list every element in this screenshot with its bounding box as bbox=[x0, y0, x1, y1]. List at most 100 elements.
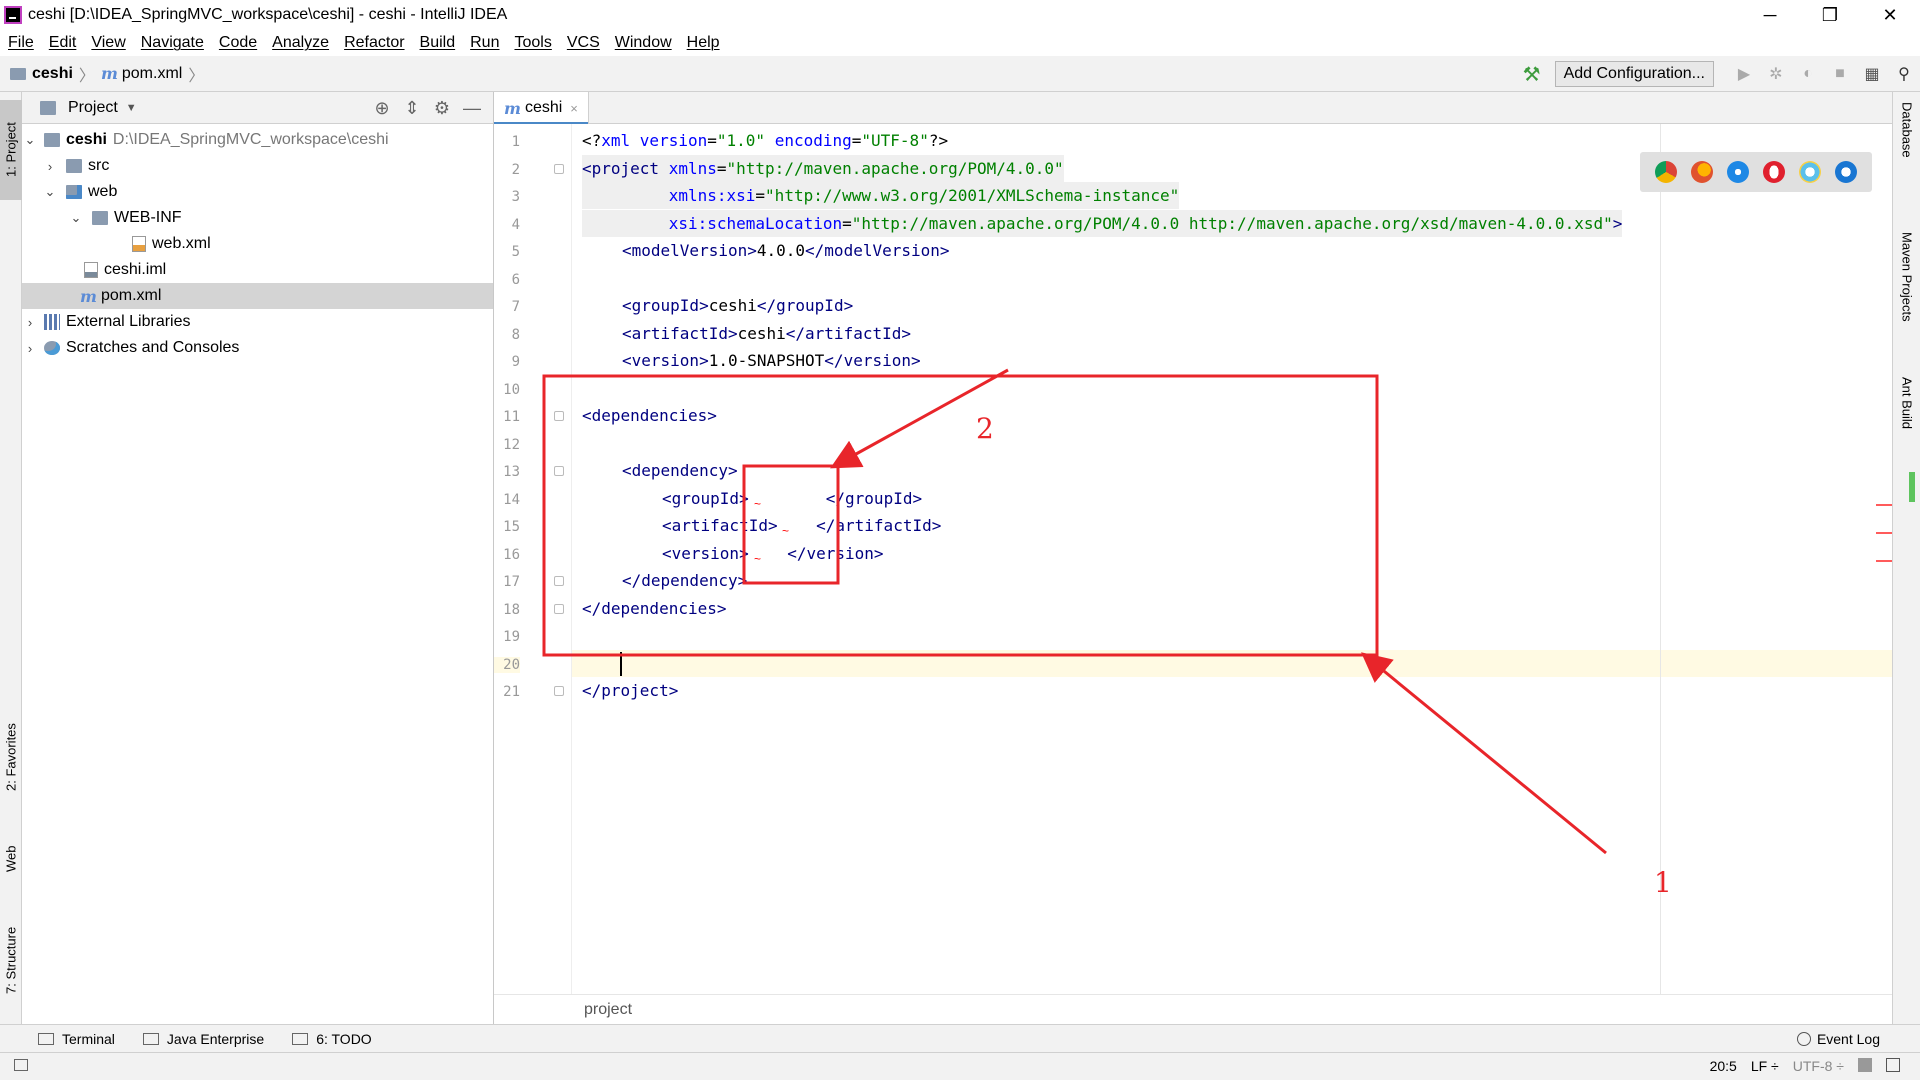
tool-tab-maven-projects[interactable]: Maven Projects bbox=[1895, 232, 1919, 342]
terminal-tool-button[interactable]: Terminal bbox=[38, 1031, 115, 1047]
hide-panel-icon[interactable]: — bbox=[457, 98, 487, 119]
tree-item-label: web bbox=[88, 183, 118, 200]
code-line-15: <artifactId> </artifactId> bbox=[662, 516, 942, 535]
stop-icon[interactable]: ■ bbox=[1829, 63, 1851, 85]
project-structure-icon[interactable]: ▦ bbox=[1861, 63, 1883, 85]
menu-help[interactable]: Help bbox=[687, 34, 727, 52]
menu-window[interactable]: Window bbox=[615, 34, 679, 52]
error-stripe-mark[interactable] bbox=[1876, 504, 1892, 506]
tool-windows-toggle-icon[interactable] bbox=[14, 1059, 28, 1071]
left-tool-strip: 1: Project 2: Favorites Web 7: Structure bbox=[0, 92, 22, 1052]
tree-item-web-xml[interactable]: web.xml bbox=[22, 231, 493, 257]
menu-view[interactable]: View bbox=[91, 34, 132, 52]
restore-button[interactable]: ❐ bbox=[1800, 0, 1860, 30]
tool-tab-web[interactable]: Web bbox=[0, 834, 22, 884]
add-configuration-button[interactable]: Add Configuration... bbox=[1554, 61, 1714, 87]
caret-position[interactable]: 20:5 bbox=[1710, 1058, 1737, 1074]
fold-marker-icon[interactable] bbox=[554, 411, 564, 421]
search-icon[interactable]: ⚲ bbox=[1893, 63, 1915, 85]
chevron-right-icon[interactable]: › bbox=[22, 315, 38, 330]
code-line-4: xsi:schemaLocation="http://maven.apache.… bbox=[582, 210, 1623, 237]
minimize-button[interactable]: ─ bbox=[1740, 0, 1800, 30]
tree-item-web-inf[interactable]: ⌄ WEB-INF bbox=[22, 205, 493, 231]
menu-navigate[interactable]: Navigate bbox=[141, 34, 211, 52]
menu-run[interactable]: Run bbox=[470, 34, 506, 52]
menu-tools[interactable]: Tools bbox=[514, 34, 558, 52]
event-log-icon bbox=[1796, 1032, 1811, 1046]
line-separator[interactable]: LF ÷ bbox=[1751, 1058, 1779, 1074]
fold-marker-icon[interactable] bbox=[554, 686, 564, 696]
close-icon[interactable]: × bbox=[570, 101, 578, 116]
line-number: 10 bbox=[503, 382, 520, 398]
close-window-button[interactable]: ✕ bbox=[1860, 0, 1920, 30]
tool-tab-ant-build[interactable]: Ant Build bbox=[1895, 377, 1919, 457]
fold-marker-icon[interactable] bbox=[554, 466, 564, 476]
error-stripe-mark[interactable] bbox=[1876, 532, 1892, 534]
debug-icon[interactable]: ✲ bbox=[1765, 63, 1787, 85]
code-editor[interactable]: <?xml version="1.0" encoding="UTF-8"?> <… bbox=[572, 124, 1892, 994]
chrome-icon[interactable] bbox=[1655, 161, 1677, 183]
inspection-status-icon[interactable] bbox=[1909, 472, 1915, 502]
menu-edit[interactable]: Edit bbox=[49, 34, 84, 52]
safari-icon[interactable] bbox=[1727, 161, 1749, 183]
tool-tab-project[interactable]: 1: Project bbox=[0, 100, 22, 200]
coverage-icon[interactable]: ◐ bbox=[1797, 63, 1819, 85]
run-icon[interactable]: ▶ bbox=[1733, 63, 1755, 85]
opera-icon[interactable] bbox=[1763, 161, 1785, 183]
build-hammer-icon[interactable]: ⚒ bbox=[1523, 62, 1541, 87]
gear-icon[interactable]: ⚙ bbox=[427, 98, 457, 119]
project-tree: ⌄ ceshi D:\IDEA_SpringMVC_workspace\cesh… bbox=[22, 124, 493, 361]
tree-item-pom-xml[interactable]: m pom.xml bbox=[22, 283, 493, 309]
chevron-right-icon[interactable]: › bbox=[42, 159, 58, 174]
locate-file-icon[interactable]: ⊕ bbox=[367, 98, 397, 119]
menu-build[interactable]: Build bbox=[420, 34, 463, 52]
menu-analyze[interactable]: Analyze bbox=[272, 34, 336, 52]
tree-item-ceshi-iml[interactable]: ceshi.iml bbox=[22, 257, 493, 283]
tool-tab-favorites[interactable]: 2: Favorites bbox=[0, 712, 22, 802]
menu-refactor[interactable]: Refactor bbox=[344, 34, 411, 52]
chevron-down-icon[interactable]: ⌄ bbox=[22, 132, 38, 148]
menu-vcs[interactable]: VCS bbox=[567, 34, 607, 52]
fold-marker-icon[interactable] bbox=[554, 164, 564, 174]
editor-breadcrumb[interactable]: project bbox=[584, 1001, 632, 1019]
breadcrumb-file[interactable]: pom.xml bbox=[122, 65, 182, 83]
module-folder-icon bbox=[44, 133, 60, 147]
chevron-right-icon[interactable]: › bbox=[22, 341, 38, 356]
chevron-down-icon[interactable]: ⌄ bbox=[68, 210, 84, 226]
error-stripe-mark[interactable] bbox=[1876, 560, 1892, 562]
line-number: 11 bbox=[503, 409, 520, 425]
tree-item-path: D:\IDEA_SpringMVC_workspace\ceshi bbox=[112, 131, 389, 148]
editor-tab-pom[interactable]: m ceshi × bbox=[494, 92, 589, 125]
tree-item-web[interactable]: ⌄ web bbox=[22, 179, 493, 205]
fold-marker-icon[interactable] bbox=[554, 604, 564, 614]
todo-tool-button[interactable]: 6: TODO bbox=[292, 1031, 372, 1047]
tree-item-ceshi[interactable]: ⌄ ceshi D:\IDEA_SpringMVC_workspace\cesh… bbox=[22, 127, 493, 153]
right-margin-guide bbox=[1660, 124, 1661, 994]
tree-item-external-libraries[interactable]: › External Libraries bbox=[22, 309, 493, 335]
tree-item-src[interactable]: › src bbox=[22, 153, 493, 179]
collapse-all-icon[interactable]: ⇕ bbox=[397, 98, 427, 119]
menu-file[interactable]: File bbox=[8, 34, 41, 52]
chevron-down-icon[interactable]: ⌄ bbox=[42, 184, 58, 200]
chevron-down-icon[interactable]: ▼ bbox=[126, 102, 137, 114]
menu-code[interactable]: Code bbox=[219, 34, 264, 52]
breadcrumb-project[interactable]: ceshi bbox=[32, 65, 73, 83]
tool-tab-database[interactable]: Database bbox=[1895, 102, 1919, 182]
project-panel-title[interactable]: Project bbox=[68, 99, 118, 117]
lock-icon[interactable] bbox=[1858, 1058, 1872, 1072]
tree-item-scratches[interactable]: › Scratches and Consoles bbox=[22, 335, 493, 361]
file-encoding[interactable]: UTF-8 ÷ bbox=[1793, 1058, 1844, 1074]
status-widgets: 20:5 LF ÷ UTF-8 ÷ bbox=[1710, 1058, 1900, 1074]
event-log-button[interactable]: Event Log bbox=[1796, 1031, 1880, 1047]
web-folder-icon bbox=[66, 185, 82, 199]
code-line-9: <version>1.0-SNAPSHOT</version> bbox=[622, 351, 921, 370]
internet-explorer-icon[interactable] bbox=[1799, 161, 1821, 183]
firefox-icon[interactable] bbox=[1691, 161, 1713, 183]
inspector-icon[interactable] bbox=[1886, 1058, 1900, 1072]
edge-icon[interactable] bbox=[1835, 161, 1857, 183]
fold-marker-icon[interactable] bbox=[554, 576, 564, 586]
editor-gutter: 1 2 3 4 5 6 7 8 9 10 11 12 13 14 15 16 1… bbox=[494, 124, 572, 994]
java-enterprise-tool-button[interactable]: Java Enterprise bbox=[142, 1031, 264, 1047]
project-panel-header: Project ▼ ⊕ ⇕ ⚙ — bbox=[22, 92, 493, 124]
tool-tab-structure[interactable]: 7: Structure bbox=[0, 910, 22, 1010]
